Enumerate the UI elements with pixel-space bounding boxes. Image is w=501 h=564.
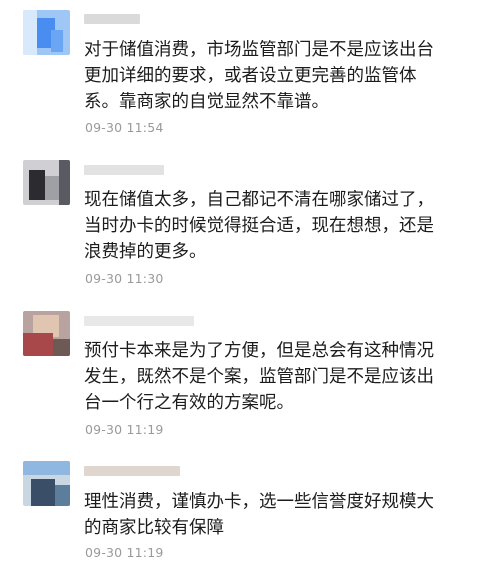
avatar[interactable] — [23, 311, 70, 356]
avatar-pixel — [23, 333, 53, 356]
comment-text: 预付卡本来是为了方便，但是总会有这种情况 发生，既然不是个案，监管部门是不是应该… — [84, 341, 434, 413]
username-blurred — [84, 14, 140, 24]
comment-text: 对于储值消费，市场监管部门是不是应该出台 更加详细的要求，或者设立更完善的监管体… — [84, 40, 434, 112]
avatar[interactable] — [23, 10, 70, 55]
avatar-pixel — [55, 485, 70, 506]
avatar-pixel — [23, 10, 37, 55]
username-blurred — [84, 466, 180, 476]
username-blurred — [84, 165, 164, 175]
avatar-pixel — [31, 479, 55, 506]
avatar-pixel — [45, 176, 59, 200]
comment-timestamp: 09-30 11:19 — [85, 422, 164, 437]
comment-timestamp: 09-30 11:19 — [85, 545, 164, 560]
username-blurred — [84, 316, 194, 326]
avatar-pixel — [53, 339, 70, 356]
comment-timestamp: 09-30 11:54 — [85, 120, 164, 135]
avatar[interactable] — [23, 461, 70, 506]
avatar-pixel — [29, 170, 45, 200]
avatar-pixel — [51, 30, 63, 52]
comment-timestamp: 09-30 11:30 — [85, 271, 164, 286]
avatar-pixel — [59, 160, 70, 205]
avatar-pixel — [23, 461, 70, 475]
comment-text: 理性消费，谨慎办卡，选一些信誉度好规模大 的商家比较有保障 — [84, 492, 434, 538]
avatar[interactable] — [23, 160, 70, 205]
comment-text: 现在储值太多，自己都记不清在哪家储过了， 当时办卡的时候觉得挺合适，现在想想，还… — [84, 190, 434, 262]
